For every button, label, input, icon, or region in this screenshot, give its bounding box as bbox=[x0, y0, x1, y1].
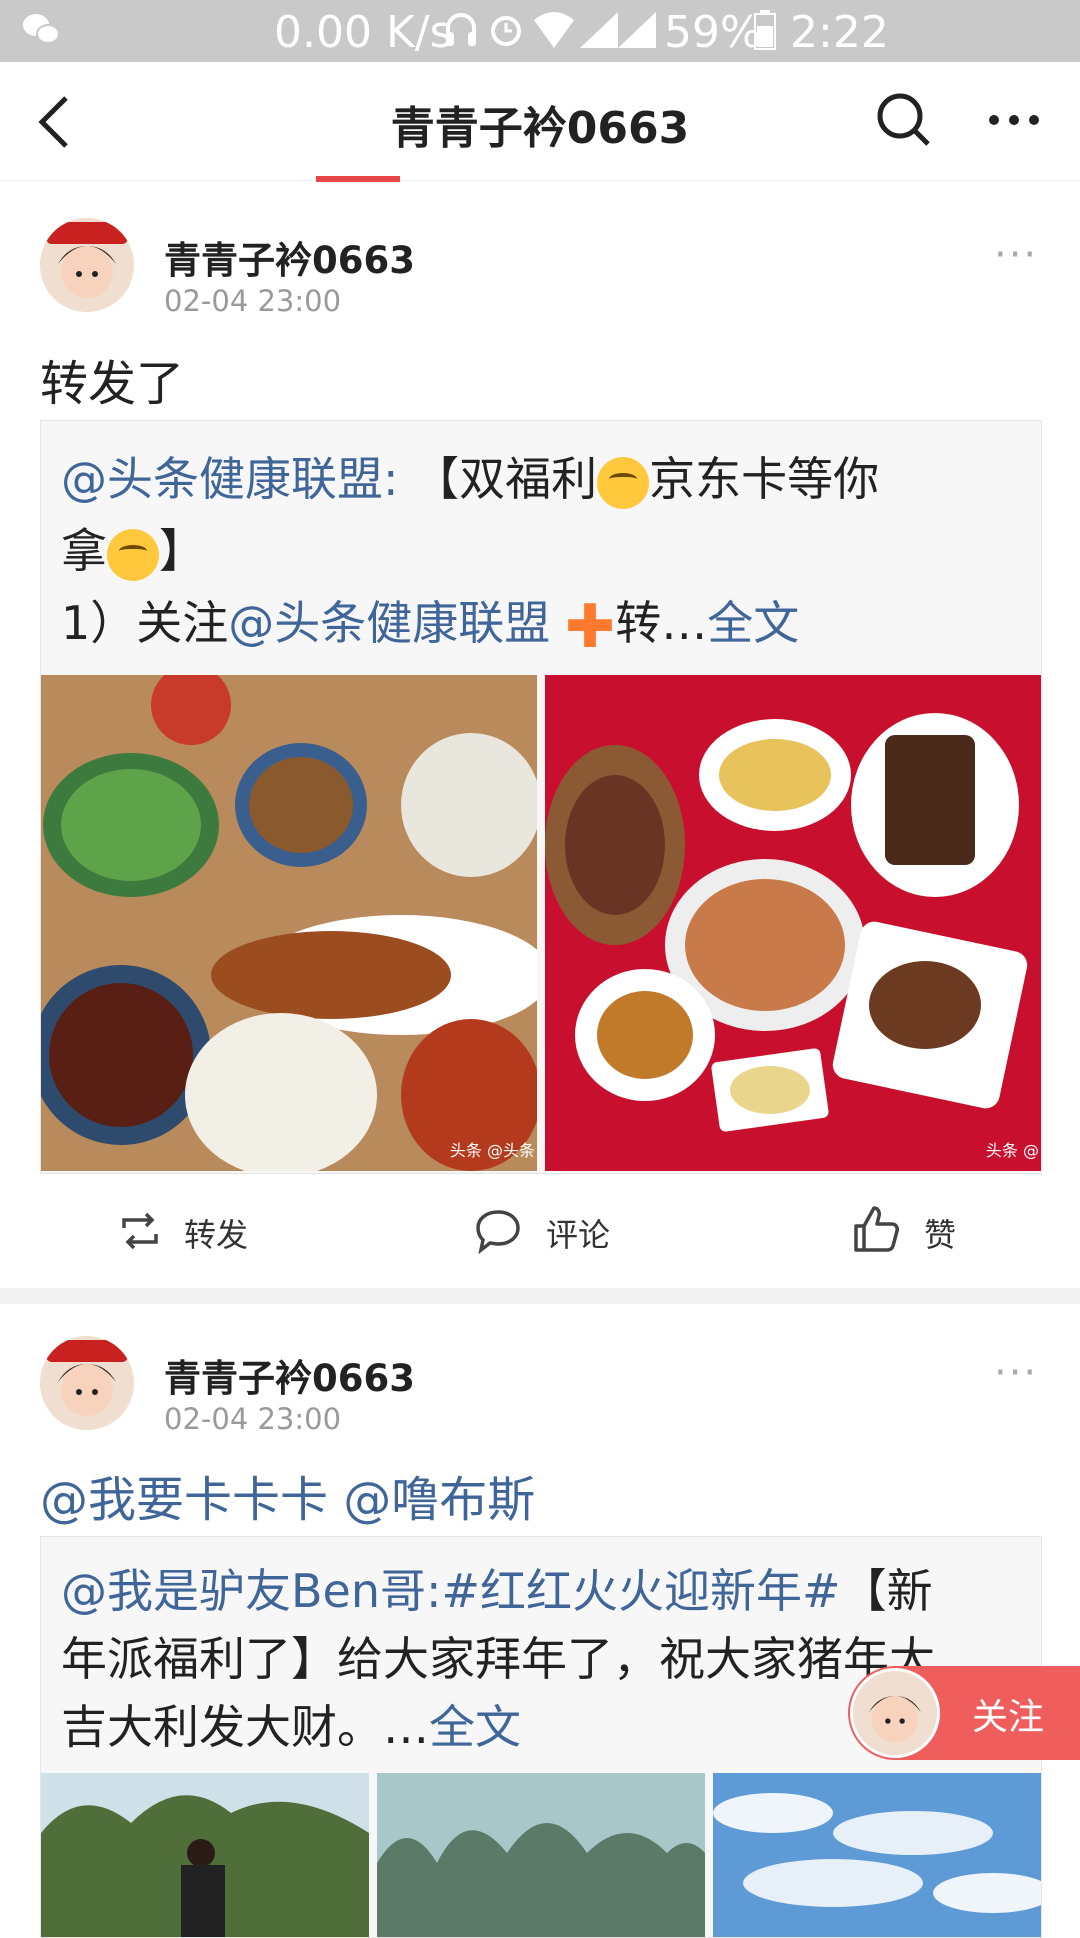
wifi-icon bbox=[534, 12, 574, 48]
tab-indicator bbox=[316, 176, 400, 182]
repost-icon bbox=[122, 1212, 158, 1250]
full-text-link[interactable]: 全文 bbox=[707, 596, 799, 650]
quote-hashtag-link[interactable]: #红红火火迎新年# bbox=[442, 1564, 841, 1618]
search-icon[interactable] bbox=[876, 92, 932, 150]
comment-icon bbox=[476, 1210, 520, 1254]
avatar[interactable] bbox=[40, 1336, 134, 1430]
quote-line3-suffix: 转… bbox=[615, 596, 708, 650]
quote-text-4: 】 bbox=[159, 524, 205, 578]
post-image-1[interactable] bbox=[41, 1773, 369, 1937]
quoted-text: @头条健康联盟: 【双福利 京东卡等你 拿】 1）关注@头条健康联盟 ✚转…全文 bbox=[61, 443, 1021, 663]
follow-avatar bbox=[850, 1668, 940, 1758]
post-image-1[interactable]: 头条 @头条 bbox=[41, 675, 537, 1171]
post-timestamp: 02-04 23:00 bbox=[164, 1402, 342, 1436]
post-image-2[interactable]: 头条 @ bbox=[545, 675, 1041, 1171]
more-horizontal-icon[interactable] bbox=[986, 112, 1042, 128]
quote-text-3: 拿 bbox=[61, 524, 107, 578]
full-text-link[interactable]: 全文 bbox=[429, 1700, 521, 1754]
battery-icon bbox=[754, 10, 776, 50]
plus-emoji-icon: ✚ bbox=[564, 591, 616, 662]
post-image-2[interactable] bbox=[377, 1773, 705, 1937]
quote-line1-suffix: 【新 bbox=[840, 1564, 933, 1618]
battery-percent: 59% bbox=[664, 7, 762, 58]
post-text: 转发了 bbox=[40, 356, 185, 412]
post-username[interactable]: 青青子衿0663 bbox=[164, 230, 415, 284]
quote-line3-prefix: 1）关注 bbox=[61, 596, 229, 650]
signal-icon-2 bbox=[618, 12, 656, 48]
quote-text-1: 【双福利 bbox=[413, 452, 598, 506]
quoted-post[interactable]: @头条健康联盟: 【双福利 京东卡等你 拿】 1）关注@头条健康联盟 ✚转…全文 … bbox=[40, 420, 1042, 1174]
image-watermark: 头条 @头条 bbox=[449, 1141, 535, 1160]
follow-button[interactable]: 关注 bbox=[848, 1666, 1080, 1760]
thinking-emoji-icon bbox=[107, 528, 159, 581]
post-mentions[interactable]: @我要卡卡卡 @噜布斯 bbox=[40, 1460, 535, 1530]
repost-label: 转发 bbox=[184, 1216, 249, 1254]
quote-mention-link[interactable]: @头条健康联盟: bbox=[61, 452, 399, 506]
wechat-icon bbox=[23, 14, 60, 44]
comment-button[interactable]: 评论 bbox=[474, 1206, 634, 1256]
headphones-icon bbox=[446, 13, 476, 46]
surprised-emoji-icon bbox=[597, 456, 650, 509]
thumbs-up-icon bbox=[854, 1206, 899, 1252]
follow-label: 关注 bbox=[972, 1697, 1045, 1738]
like-label: 赞 bbox=[924, 1216, 957, 1254]
post-divider bbox=[0, 1288, 1080, 1304]
like-button[interactable]: 赞 bbox=[852, 1204, 992, 1256]
post-timestamp: 02-04 23:00 bbox=[164, 284, 342, 318]
comment-label: 评论 bbox=[546, 1216, 611, 1254]
quote-mention-link[interactable]: @我是驴友Ben哥: bbox=[61, 1564, 442, 1618]
signal-icon bbox=[580, 12, 618, 48]
post-image-3[interactable] bbox=[713, 1773, 1041, 1937]
post-more-icon[interactable]: ··· bbox=[994, 232, 1038, 278]
network-speed: 0.00 K/s bbox=[274, 7, 453, 58]
post-username[interactable]: 青青子衿0663 bbox=[164, 1348, 415, 1402]
nav-bar: 青青子衿0663 bbox=[0, 62, 1080, 181]
quote-line-2: 年派福利了】给大家拜年了，祝大家猪年大 bbox=[61, 1632, 935, 1686]
quote-line3-mention[interactable]: @头条健康联盟 bbox=[228, 596, 550, 650]
avatar[interactable] bbox=[40, 218, 134, 312]
image-watermark: 头条 @ bbox=[985, 1141, 1039, 1160]
post-more-icon[interactable]: ··· bbox=[994, 1350, 1038, 1396]
repost-button[interactable]: 转发 bbox=[118, 1206, 278, 1256]
quote-line-3: 吉大利发大财。… bbox=[61, 1700, 429, 1754]
status-bar: 0.00 K/s 59% 2:22 bbox=[0, 0, 1080, 62]
quote-text-2: 京东卡等你 bbox=[649, 452, 880, 506]
alarm-icon bbox=[491, 16, 521, 46]
clock-time: 2:22 bbox=[790, 7, 889, 58]
